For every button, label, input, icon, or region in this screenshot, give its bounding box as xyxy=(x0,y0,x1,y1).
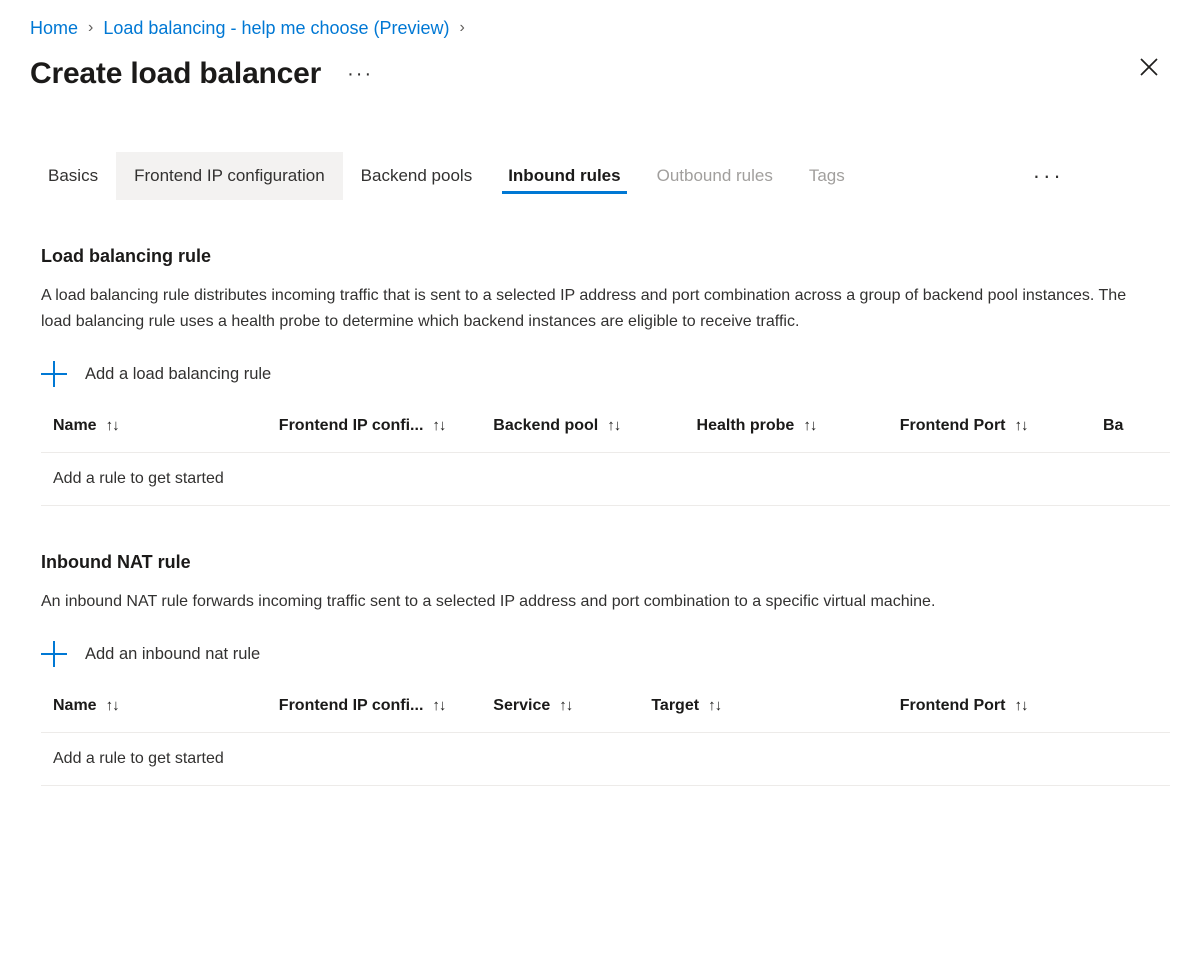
column-label: Frontend Port xyxy=(899,697,1006,714)
tab-outbound-rules: Outbound rules xyxy=(639,152,791,200)
column-label: Health probe xyxy=(696,417,795,434)
column-header-health-probe[interactable]: Health probe ↑↓ xyxy=(684,417,888,453)
table-row: Add a rule to get started xyxy=(41,452,1170,506)
column-header-backend-port[interactable]: Ba xyxy=(1090,417,1170,453)
column-label: Service xyxy=(493,697,551,714)
close-icon xyxy=(1138,56,1160,78)
tab-label: Basics xyxy=(48,166,99,185)
tab-bar: Basics Frontend IP configuration Backend… xyxy=(0,152,1200,200)
tab-label: Backend pools xyxy=(360,166,473,185)
sort-icon[interactable]: ↑↓ xyxy=(432,417,446,434)
tab-frontend-ip-configuration[interactable]: Frontend IP configuration xyxy=(116,152,343,200)
tab-basics[interactable]: Basics xyxy=(30,152,116,200)
tab-inbound-rules[interactable]: Inbound rules xyxy=(490,152,638,200)
sort-icon[interactable]: ↑↓ xyxy=(803,417,817,434)
plus-icon xyxy=(41,361,67,387)
column-label: Frontend IP confi... xyxy=(278,697,424,714)
load-balancing-rule-description: A load balancing rule distributes incomi… xyxy=(41,287,1127,330)
add-inbound-nat-rule-button[interactable]: Add an inbound nat rule xyxy=(41,637,264,671)
tab-backend-pools[interactable]: Backend pools xyxy=(343,152,491,200)
tab-tags: Tags xyxy=(791,152,863,200)
breadcrumb: Home › Load balancing - help me choose (… xyxy=(0,0,1200,42)
column-label: Target xyxy=(651,697,700,714)
load-balancing-rule-table: Name ↑↓ Frontend IP confi... ↑↓ Backend po… xyxy=(41,417,1170,506)
add-load-balancing-rule-label: Add a load balancing rule xyxy=(85,365,272,383)
column-header-frontend-ip-config[interactable]: Frontend IP confi... ↑↓ xyxy=(266,417,482,453)
column-header-name[interactable]: Name ↑↓ xyxy=(41,697,267,733)
column-header-service[interactable]: Service ↑↓ xyxy=(481,697,640,733)
sort-icon[interactable]: ↑↓ xyxy=(607,417,621,434)
sort-icon[interactable]: ↑↓ xyxy=(106,697,120,714)
column-header-frontend-port[interactable]: Frontend Port ↑↓ xyxy=(887,417,1091,453)
sort-icon[interactable]: ↑↓ xyxy=(432,697,446,714)
breadcrumb-item-load-balancing[interactable]: Load balancing - help me choose (Preview… xyxy=(103,16,449,40)
tab-overflow-icon[interactable]: ··· xyxy=(1023,152,1074,200)
sort-icon[interactable]: ↑↓ xyxy=(1014,697,1028,714)
tab-label: Frontend IP configuration xyxy=(134,166,325,185)
title-row: Create load balancer ··· xyxy=(0,42,1200,100)
table-header-row: Name ↑↓ Frontend IP confi... ↑↓ Backend po… xyxy=(41,417,1170,453)
inbound-nat-rule-table: Name ↑↓ Frontend IP confi... ↑↓ Service ↑↓ … xyxy=(41,697,1170,786)
column-header-frontend-ip-config[interactable]: Frontend IP confi... ↑↓ xyxy=(266,697,482,733)
table-body: Add a rule to get started xyxy=(41,452,1170,506)
tab-label: Tags xyxy=(808,166,845,185)
inbound-nat-rule-description: An inbound NAT rule forwards incoming tr… xyxy=(41,593,936,610)
load-balancing-rule-heading: Load balancing rule xyxy=(41,246,212,266)
column-header-frontend-port[interactable]: Frontend Port ↑↓ xyxy=(887,697,1170,733)
tab-label: Outbound rules xyxy=(656,166,773,185)
column-label: Frontend IP confi... xyxy=(278,417,424,434)
column-label: Backend pool xyxy=(493,417,599,434)
sort-icon[interactable]: ↑↓ xyxy=(708,697,722,714)
sort-icon[interactable]: ↑↓ xyxy=(559,697,573,714)
table-header-row: Name ↑↓ Frontend IP confi... ↑↓ Service ↑↓ … xyxy=(41,697,1170,733)
more-options-icon[interactable]: ··· xyxy=(343,61,377,87)
column-label: Name xyxy=(53,697,97,714)
table-body: Add a rule to get started xyxy=(41,732,1170,786)
add-load-balancing-rule-button[interactable]: Add a load balancing rule xyxy=(41,357,275,391)
table-row: Add a rule to get started xyxy=(41,732,1170,786)
column-label: Ba xyxy=(1102,417,1124,434)
column-header-name[interactable]: Name ↑↓ xyxy=(41,417,267,453)
table-header: Name ↑↓ Frontend IP confi... ↑↓ Backend po… xyxy=(41,417,1170,453)
sort-icon[interactable]: ↑↓ xyxy=(1015,417,1029,434)
table-header: Name ↑↓ Frontend IP confi... ↑↓ Service ↑↓ … xyxy=(41,697,1170,733)
column-header-target[interactable]: Target ↑↓ xyxy=(639,697,888,733)
empty-state-text: Add a rule to get started xyxy=(41,452,1170,506)
inbound-nat-rule-heading: Inbound NAT rule xyxy=(41,552,191,572)
plus-icon xyxy=(41,641,67,667)
empty-state-text: Add a rule to get started xyxy=(41,732,1170,786)
breadcrumb-separator-icon: › xyxy=(88,19,94,36)
breadcrumb-item-home[interactable]: Home xyxy=(30,16,78,40)
sort-icon[interactable]: ↑↓ xyxy=(106,417,120,434)
column-label: Frontend Port xyxy=(899,417,1006,434)
add-inbound-nat-rule-label: Add an inbound nat rule xyxy=(85,645,261,663)
close-button[interactable] xyxy=(1132,50,1166,84)
column-header-backend-pool[interactable]: Backend pool ↑↓ xyxy=(481,417,685,453)
breadcrumb-separator-icon: › xyxy=(459,19,465,36)
column-label: Name xyxy=(53,417,97,434)
main-content: Load balancing rule A load balancing rul… xyxy=(0,244,1200,786)
tab-label: Inbound rules xyxy=(508,166,621,185)
page-title: Create load balancer xyxy=(30,57,322,90)
